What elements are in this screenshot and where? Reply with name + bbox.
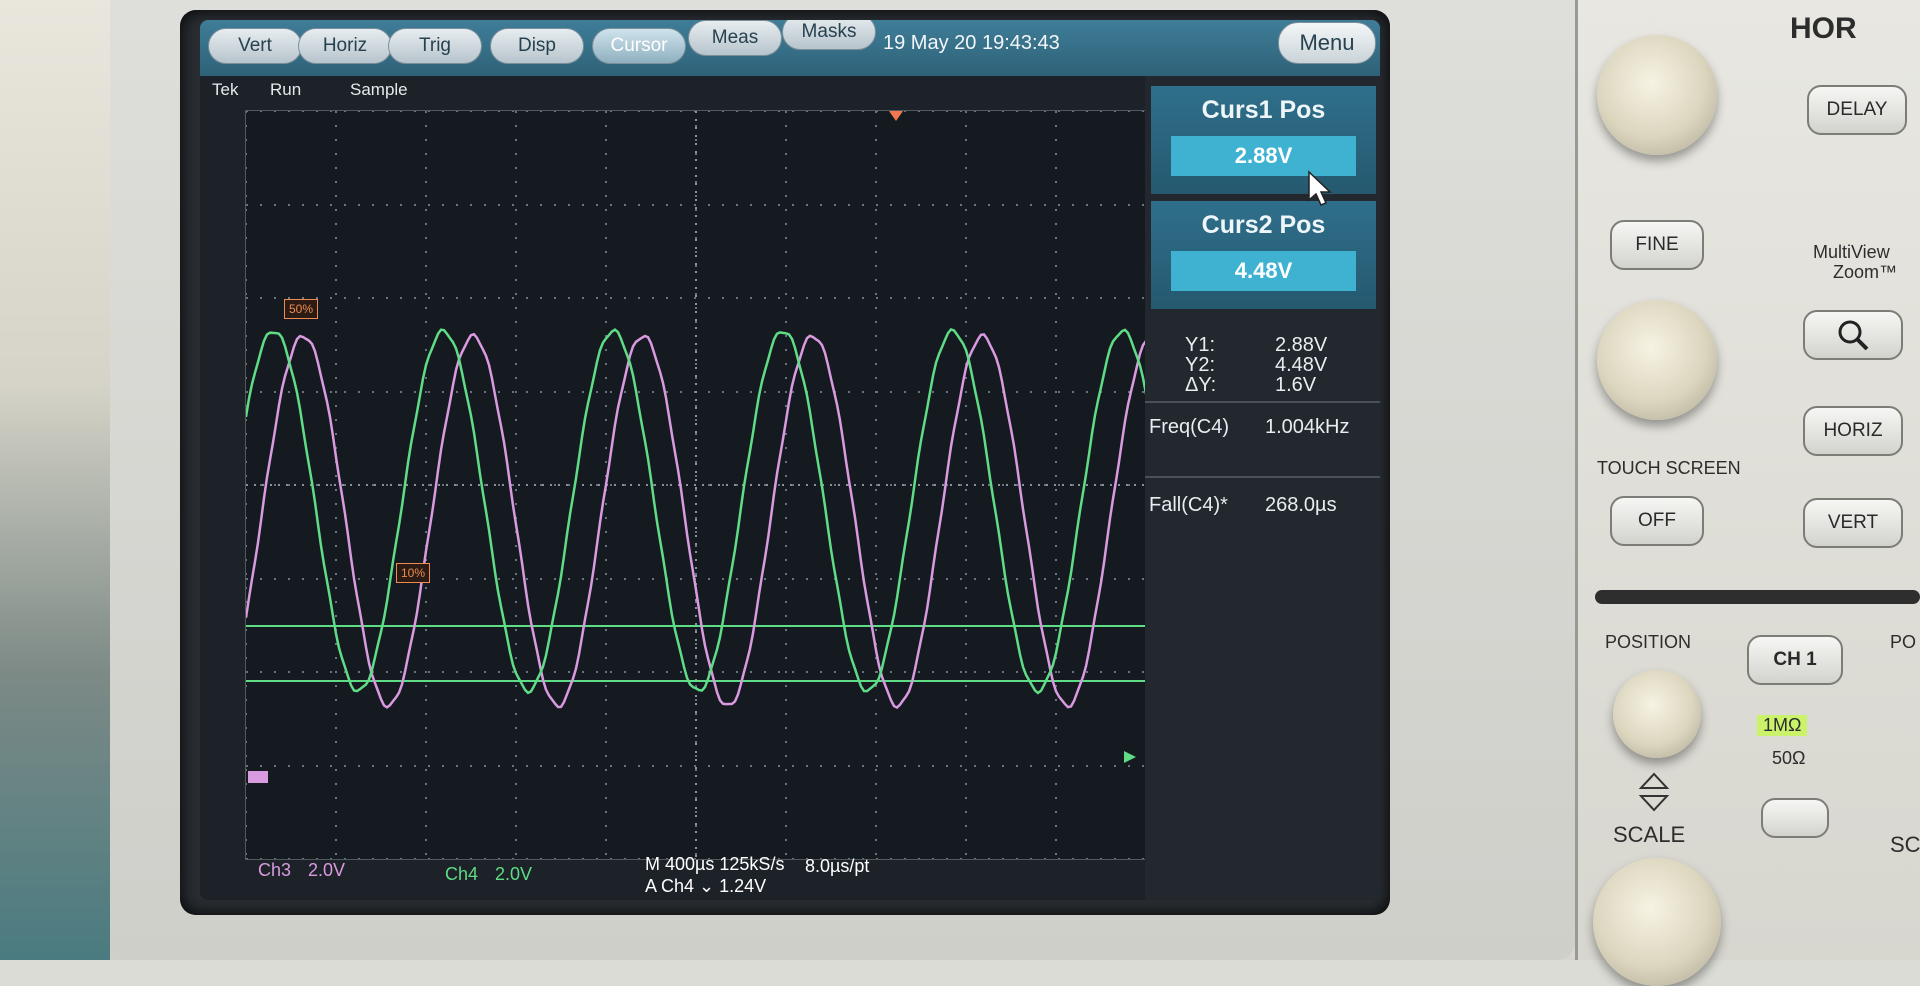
menu-trig-button[interactable]: Trig	[388, 28, 482, 64]
ch3-reference-marker: 50%	[284, 299, 318, 319]
menu-meas-button[interactable]: Meas	[688, 20, 782, 56]
front-panel: FINE TOUCH SCREEN OFF HOR DELAY MultiVie…	[1575, 0, 1920, 986]
bench-left-edge	[0, 0, 110, 960]
trigger-readout: A Ch4 ⌄ 1.24V	[645, 876, 767, 896]
ch3-scale: 2.0V	[308, 860, 346, 880]
fall-value: 268.0µs	[1265, 494, 1337, 516]
curs2-pos-title: Curs2 Pos	[1201, 211, 1326, 239]
ch2-position-label: PO	[1890, 632, 1917, 652]
delta-y-label: ΔY:	[1185, 374, 1217, 396]
graticule-svg	[246, 111, 1146, 859]
delta-y-value: 1.6V	[1275, 374, 1317, 396]
ground-marker-icon	[248, 771, 268, 783]
termination-button[interactable]	[1761, 798, 1829, 838]
ch1-button[interactable]: CH 1	[1747, 635, 1843, 685]
date-time: 19 May 20 19:43:43	[883, 32, 1060, 54]
ch4-offset-arrow-icon	[1124, 751, 1136, 763]
fine-button[interactable]: FINE	[1610, 220, 1704, 270]
multipurpose-knob-b[interactable]	[1597, 300, 1717, 420]
readout-divider	[1145, 401, 1380, 403]
zoom-vert-button[interactable]: VERT	[1803, 498, 1903, 548]
impedance-50-indicator: 50Ω	[1772, 748, 1806, 768]
menu-horiz-button[interactable]: Horiz	[298, 28, 392, 64]
fall-label: Fall(C4)*	[1149, 494, 1228, 516]
trigger-marker-icon	[889, 111, 903, 121]
ch2-scale-label: SC	[1890, 832, 1920, 857]
scale-label: SCALE	[1613, 822, 1686, 847]
freq-label: Freq(C4)	[1149, 416, 1230, 438]
timebase-readout: M 400µs 125kS/s	[645, 854, 785, 874]
touch-screen-off-button[interactable]: OFF	[1610, 496, 1704, 546]
impedance-1m-indicator: 1MΩ	[1757, 715, 1808, 736]
menu-cursor-button[interactable]: Cursor	[592, 28, 686, 64]
readout-divider	[1145, 476, 1380, 478]
ch1-scale-knob[interactable]	[1593, 858, 1721, 986]
cursor-pointer-icon	[1308, 170, 1332, 206]
menu-vert-button[interactable]: Vert	[208, 28, 302, 64]
touch-screen-label: TOUCH SCREEN	[1597, 458, 1741, 478]
menu-bar: Vert Horiz Trig Disp Cursor Meas Masks 1…	[200, 20, 1380, 76]
ch1-position-knob[interactable]	[1613, 670, 1701, 758]
curs1-pos-block[interactable]: Curs1 Pos 2.88V	[1151, 86, 1376, 194]
bottom-info-line: Ch3 2.0V Ch4 2.0V M 400µs 125kS/s 8.0µs/…	[200, 854, 1380, 900]
menu-masks-button[interactable]: Masks	[782, 20, 876, 50]
cursor-position-knob[interactable]	[1597, 35, 1717, 155]
ch4-scale: 2.0V	[495, 864, 533, 884]
oscilloscope-screen: Vert Horiz Trig Disp Cursor Meas Masks 1…	[200, 20, 1380, 900]
delay-button[interactable]: DELAY	[1807, 85, 1907, 135]
zoom-label: Zoom™	[1833, 262, 1898, 282]
ch4-reference-marker: 10%	[396, 563, 430, 583]
curs2-pos-block[interactable]: Curs2 Pos 4.48V	[1151, 201, 1376, 309]
curs2-pos-value[interactable]: 4.48V	[1171, 251, 1356, 291]
zoom-horiz-button[interactable]: HORIZ	[1803, 406, 1903, 456]
run-state: Run	[270, 80, 302, 99]
search-icon	[1838, 320, 1869, 351]
freq-value: 1.004kHz	[1265, 416, 1350, 438]
readout-panel: Curs1 Pos 2.88V Curs2 Pos 4.48V Y1: 2.88…	[1145, 76, 1380, 900]
brand-label: Tek	[212, 80, 239, 99]
position-label: POSITION	[1605, 632, 1692, 652]
panel-edge	[1575, 0, 1578, 960]
sample-interval: 8.0µs/pt	[805, 856, 870, 876]
zoom-search-button[interactable]	[1803, 310, 1903, 360]
ch4-label: Ch4	[445, 864, 479, 884]
horizontal-section-heading: HOR	[1790, 12, 1857, 45]
curs1-pos-title: Curs1 Pos	[1201, 96, 1326, 124]
waveform-display[interactable]: 50% 10%	[245, 110, 1147, 860]
ch3-label: Ch3	[258, 860, 292, 880]
status-line: Tek Run Sample	[200, 78, 1140, 104]
menu-button[interactable]: Menu	[1278, 22, 1376, 64]
acq-mode: Sample	[350, 80, 408, 99]
menu-disp-button[interactable]: Disp	[490, 28, 584, 64]
updown-arrows-icon	[1638, 772, 1670, 812]
panel-divider-bar	[1595, 590, 1920, 604]
multiview-label: MultiView	[1813, 242, 1890, 262]
